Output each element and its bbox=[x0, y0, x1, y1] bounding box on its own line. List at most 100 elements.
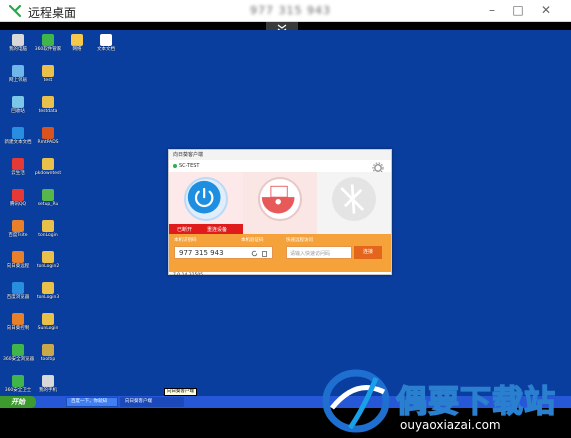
app-icon bbox=[12, 189, 24, 201]
desktop-icon[interactable]: test bbox=[33, 63, 63, 93]
desktop-icon-label: setup_Ru bbox=[37, 202, 59, 207]
desktop-control-tile[interactable] bbox=[243, 172, 317, 234]
app-icon bbox=[12, 282, 24, 294]
task-label: 百度一下，你就知 bbox=[71, 399, 107, 404]
disabled-feature bbox=[332, 177, 376, 221]
desktop-icon[interactable]: tooltip bbox=[33, 342, 63, 372]
desktop-icon[interactable]: 回收站 bbox=[3, 94, 33, 124]
folder-icon bbox=[42, 251, 54, 263]
remote-code-placeholder: 请输入快速访问码 bbox=[290, 251, 331, 257]
desktop-icon-label: 新建文本文档 bbox=[4, 140, 32, 145]
desktop-icon[interactable]: 向日葵远程 bbox=[3, 249, 33, 279]
desktop-icon-label: 回收站 bbox=[11, 109, 25, 114]
desktop-icon[interactable]: tonLogin3 bbox=[33, 280, 63, 310]
desktop-icon-label: 云生活 bbox=[11, 171, 25, 176]
app-icon bbox=[12, 344, 24, 356]
task-label: 向日葵客户端 bbox=[125, 399, 152, 404]
start-button[interactable]: 开始 bbox=[0, 396, 36, 408]
minimize-button[interactable]: – bbox=[482, 2, 502, 18]
app-icon bbox=[42, 375, 54, 387]
desktop-icon[interactable]: 新建文本文档 bbox=[3, 125, 33, 155]
site-watermark: 偶要下载站 ouyaoxiazai.com bbox=[318, 362, 571, 438]
sunlogin-client-window[interactable]: 向日葵客户端 SC-TEST 已断开 重连设备 本机识别码 本机验证码 快速远程… bbox=[168, 149, 392, 278]
remote-code-input[interactable]: 请输入快速访问码 bbox=[286, 246, 352, 259]
unavailable-tile bbox=[317, 172, 391, 234]
desktop-icon-label: 360安全卫士 bbox=[4, 388, 32, 393]
start-label: 开始 bbox=[11, 398, 25, 406]
copy-icon[interactable] bbox=[262, 250, 268, 257]
remote-desktop-logo-icon bbox=[8, 4, 22, 18]
desktop-icon[interactable]: 360软件管家 bbox=[33, 32, 63, 62]
desktop-icon-label: SunLogin bbox=[37, 326, 59, 331]
folder-icon bbox=[42, 158, 54, 170]
title-bar: 远程桌面 977 315 943 – □ ✕ bbox=[0, 0, 571, 22]
desktop-icon-label: testdata bbox=[38, 109, 58, 114]
desktop-control-button[interactable] bbox=[258, 177, 302, 221]
desktop-icon[interactable]: 百度浏览器 bbox=[3, 280, 33, 310]
desktop-icon[interactable]: SunLogin bbox=[33, 311, 63, 341]
desktop-icon[interactable]: 我的电脑 bbox=[3, 32, 33, 62]
desktop-icon[interactable]: tonLogin bbox=[33, 218, 63, 248]
taskbar-item-browser[interactable]: 百度一下，你就知 bbox=[66, 397, 118, 407]
taskbar-tooltip: 向日葵客户端 bbox=[164, 388, 197, 396]
version-label: 7.0.14.32505 bbox=[173, 273, 204, 278]
folder-icon bbox=[42, 220, 54, 232]
remote-desktop[interactable]: 我的电脑 360软件管家 网络 文本文档网上邻居 test 回收站 testdata 新建文本… bbox=[0, 30, 571, 396]
desktop-icon[interactable]: pkdowntest bbox=[33, 156, 63, 186]
connection-panel: 本机识别码 本机验证码 快速远程访问 977 315 943 请输入快速访问码 … bbox=[169, 234, 391, 272]
app-icon bbox=[12, 127, 24, 139]
remote-id-label: 977 315 943 bbox=[250, 4, 331, 17]
refresh-icon[interactable] bbox=[251, 250, 258, 257]
desktop-icon-label: pkdowntest bbox=[34, 171, 62, 176]
app-icon bbox=[42, 344, 54, 356]
remote-assist-button[interactable] bbox=[184, 177, 228, 221]
desktop-icon[interactable]: setup_Ru bbox=[33, 187, 63, 217]
desktop-icon[interactable]: 360安全浏览器 bbox=[3, 342, 34, 372]
desktop-icon-label: 腾讯QQ bbox=[9, 202, 27, 207]
folder-icon bbox=[42, 313, 54, 325]
verify-code-label[interactable]: 本机验证码 bbox=[241, 237, 264, 243]
desktop-icon[interactable]: 我的手机 bbox=[33, 373, 63, 396]
desktop-icon[interactable]: RmtPADS bbox=[33, 125, 63, 155]
app-icon bbox=[12, 220, 24, 232]
connect-button[interactable]: 连接 bbox=[354, 246, 382, 259]
remote-assist-tile[interactable]: 已断开 重连设备 bbox=[169, 172, 243, 234]
app-icon bbox=[12, 158, 24, 170]
remote-access-label: 快速远程访问 bbox=[286, 238, 313, 243]
desktop-icon[interactable]: 百度Tsite bbox=[3, 218, 33, 248]
desktop-icon-label: tonLogin2 bbox=[36, 264, 60, 269]
taskbar-item-sunlogin[interactable]: 向日葵客户端 bbox=[120, 397, 184, 407]
client-title: 向日葵客户端 bbox=[173, 152, 204, 158]
document-icon bbox=[100, 34, 112, 46]
desktop-icon[interactable]: 文本文档 bbox=[91, 32, 121, 62]
client-title-bar: 向日葵客户端 bbox=[169, 150, 391, 160]
desktop-icon-label: tooltip bbox=[40, 357, 56, 362]
disconnect-status: 已断开 bbox=[177, 227, 193, 233]
desktop-icon[interactable]: 网络 bbox=[62, 32, 92, 62]
desktop-icon[interactable]: 向日葵控制 bbox=[3, 311, 33, 341]
disconnect-bar: 已断开 重连设备 bbox=[169, 224, 243, 234]
desktop-icon[interactable]: tonLogin2 bbox=[33, 249, 63, 279]
desktop-icon-label: tonLogin bbox=[38, 233, 58, 238]
network-icon bbox=[12, 65, 24, 77]
desktop-icon-label: 我的电脑 bbox=[9, 47, 27, 52]
desktop-icon-label: 文本文档 bbox=[97, 47, 115, 52]
desktop-icon-label: tonLogin3 bbox=[36, 295, 60, 300]
desktop-icon[interactable]: testdata bbox=[33, 94, 63, 124]
desktop-icon[interactable]: 360安全卫士 bbox=[3, 373, 33, 396]
desktop-icon[interactable]: 腾讯QQ bbox=[3, 187, 33, 217]
device-id-label: 本机识别码 bbox=[174, 238, 197, 243]
app-icon bbox=[71, 34, 83, 46]
app-icon bbox=[42, 127, 54, 139]
desktop-icon-label: 360软件管家 bbox=[34, 47, 62, 52]
status-text: SC-TEST bbox=[179, 163, 200, 169]
desktop-icon-label: 向日葵远程 bbox=[6, 264, 30, 269]
maximize-button[interactable]: □ bbox=[508, 2, 528, 18]
computer-icon bbox=[12, 34, 24, 46]
desktop-icon-label: test bbox=[43, 78, 53, 83]
reconnect-link[interactable]: 重连设备 bbox=[207, 226, 227, 233]
desktop-icon[interactable]: 网上邻居 bbox=[3, 63, 33, 93]
close-button[interactable]: ✕ bbox=[536, 2, 556, 18]
desktop-icon[interactable]: 云生活 bbox=[3, 156, 33, 186]
device-id-field: 977 315 943 bbox=[174, 246, 273, 259]
